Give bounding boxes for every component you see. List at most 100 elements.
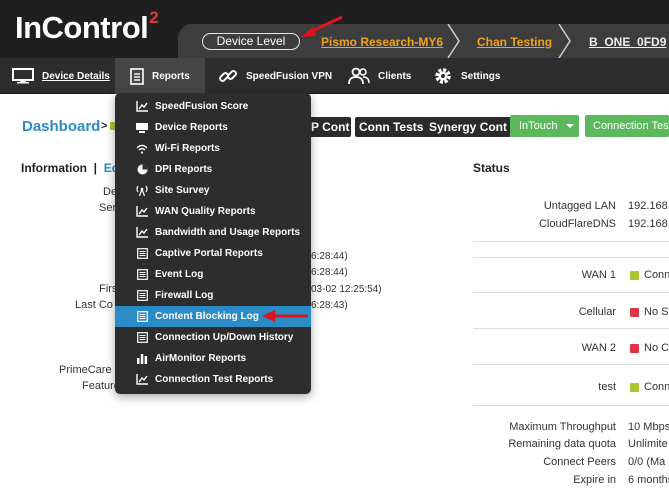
monitor-icon [12, 68, 34, 84]
wan-label: WAN 2 [581, 342, 616, 354]
menu-item-bandwidth-usage-reports[interactable]: Bandwidth and Usage Reports [115, 222, 311, 243]
pie-chart-icon [137, 164, 147, 175]
annotation-arrow-icon [301, 15, 343, 37]
dashboard-separator: > [101, 120, 108, 132]
menu-item-label: WAN Quality Reports [155, 206, 256, 217]
dashboard-title[interactable]: Dashboard [22, 118, 100, 135]
breadcrumb-chevron-icon [558, 24, 571, 58]
users-icon [348, 67, 370, 85]
monitor-icon [136, 122, 148, 133]
menu-item-site-survey[interactable]: Site Survey [115, 180, 311, 201]
information-heading: Information | Ed [21, 161, 119, 175]
status-label: Untagged LAN [543, 200, 616, 212]
wan-status-text: No S [644, 306, 669, 318]
detail-value: Unlimite [628, 438, 668, 450]
menu-item-firewall-log[interactable]: Firewall Log [115, 285, 311, 306]
menu-item-airmonitor-reports[interactable]: AirMonitor Reports [115, 348, 311, 369]
divider [473, 241, 669, 242]
menu-item-connection-history[interactable]: Connection Up/Down History [115, 327, 311, 348]
wan-status-text: Conn [644, 381, 669, 393]
nav-clients[interactable]: Clients [348, 58, 411, 94]
antenna-icon [136, 185, 148, 196]
list-icon [136, 290, 148, 301]
link-icon [219, 70, 237, 82]
menu-item-label: DPI Reports [155, 164, 213, 175]
info-value: 6:28:44) [311, 251, 348, 262]
divider [473, 292, 669, 293]
menu-item-label: Connection Test Reports [155, 374, 274, 385]
menu-item-dpi-reports[interactable]: DPI Reports [115, 159, 311, 180]
breadcrumb-chevron-icon [447, 24, 460, 58]
info-label-serial: Ser [99, 202, 117, 214]
wan-label: Cellular [578, 306, 616, 318]
status-heading: Status [473, 161, 510, 175]
info-separator: | [93, 161, 98, 175]
nav-device-details[interactable]: Device Details [12, 58, 110, 94]
menu-item-wan-quality-reports[interactable]: WAN Quality Reports [115, 201, 311, 222]
divider [473, 257, 669, 258]
detail-value: 0/0 (Ma [628, 456, 666, 468]
breadcrumb-device[interactable]: B_ONE_0FD9 [589, 35, 666, 49]
nav-reports[interactable]: Reports [115, 58, 205, 94]
breadcrumb-group[interactable]: Chan Testing [477, 35, 552, 49]
menu-item-device-reports[interactable]: Device Reports [115, 117, 311, 138]
menu-item-label: AirMonitor Reports [155, 353, 247, 364]
status-red-indicator [630, 308, 639, 317]
detail-value: 6 months [628, 474, 669, 486]
detail-label: Connect Peers [543, 456, 616, 468]
intouch-dropdown-button[interactable]: InTouch [510, 115, 579, 137]
detail-label: Remaining data quota [508, 438, 616, 450]
incontrol-logo[interactable]: InControl2 [15, 8, 159, 46]
nav-device-details-label: Device Details [42, 70, 110, 82]
main-nav: Device Details Reports SpeedFusion VPN C… [0, 58, 669, 94]
device-level-badge[interactable]: Device Level [202, 33, 300, 50]
wan-label: WAN 1 [581, 269, 616, 281]
menu-item-label: SpeedFusion Score [155, 101, 249, 112]
menu-item-label: Firewall Log [155, 290, 214, 301]
menu-item-event-log[interactable]: Event Log [115, 264, 311, 285]
menu-item-label: Wi-Fi Reports [155, 143, 220, 154]
chart-line-icon [136, 101, 148, 112]
annotation-arrow-icon [262, 310, 308, 322]
menu-item-connection-test-reports[interactable]: Connection Test Reports [115, 369, 311, 390]
synergy-cont-button[interactable]: Synergy Cont [425, 117, 512, 137]
menu-item-label: Event Log [155, 269, 204, 280]
info-label-primecare: PrimeCare E [59, 364, 122, 376]
status-value: 192.168. [628, 200, 669, 212]
list-icon [136, 269, 148, 280]
menu-item-label: Connection Up/Down History [155, 332, 294, 343]
detail-label: Maximum Throughput [509, 421, 616, 433]
menu-item-wifi-reports[interactable]: Wi-Fi Reports [115, 138, 311, 159]
wan-status-text: Conn [644, 269, 669, 281]
bar-chart-icon [137, 354, 148, 364]
reports-dropdown-menu: SpeedFusion Score Device Reports Wi-Fi R… [115, 93, 311, 394]
status-value: 192.168. [628, 218, 669, 230]
divider [473, 364, 669, 365]
document-icon [130, 67, 144, 85]
list-icon [136, 248, 148, 259]
conn-tests-button[interactable]: Conn Tests [355, 117, 428, 137]
wan-status-text: No C [644, 342, 669, 354]
menu-item-label: Captive Portal Reports [155, 248, 263, 259]
info-value: 03-02 12:25:54) [311, 284, 382, 295]
detail-value: 10 Mbps [628, 421, 669, 433]
connection-test-button[interactable]: Connection Test [585, 115, 669, 137]
info-value: 6:28:44) [311, 267, 348, 278]
chart-line-icon [136, 374, 148, 385]
info-label-last: Last Co [75, 299, 113, 311]
menu-item-speedfusion-score[interactable]: SpeedFusion Score [115, 96, 311, 117]
status-green-indicator [630, 271, 639, 280]
nav-settings[interactable]: Settings [433, 58, 500, 94]
intouch-label: InTouch [519, 120, 558, 132]
nav-speedfusion-vpn[interactable]: SpeedFusion VPN [218, 58, 332, 94]
menu-item-captive-portal-reports[interactable]: Captive Portal Reports [115, 243, 311, 264]
list-icon [136, 311, 148, 322]
info-value: 6:28:43) [311, 300, 348, 311]
divider [473, 328, 669, 329]
nav-settings-label: Settings [461, 70, 501, 82]
wifi-icon [136, 144, 148, 154]
nav-reports-label: Reports [152, 70, 190, 82]
information-label: Information [21, 161, 87, 175]
status-red-indicator [630, 344, 639, 353]
detail-label: Expire in [573, 474, 616, 486]
